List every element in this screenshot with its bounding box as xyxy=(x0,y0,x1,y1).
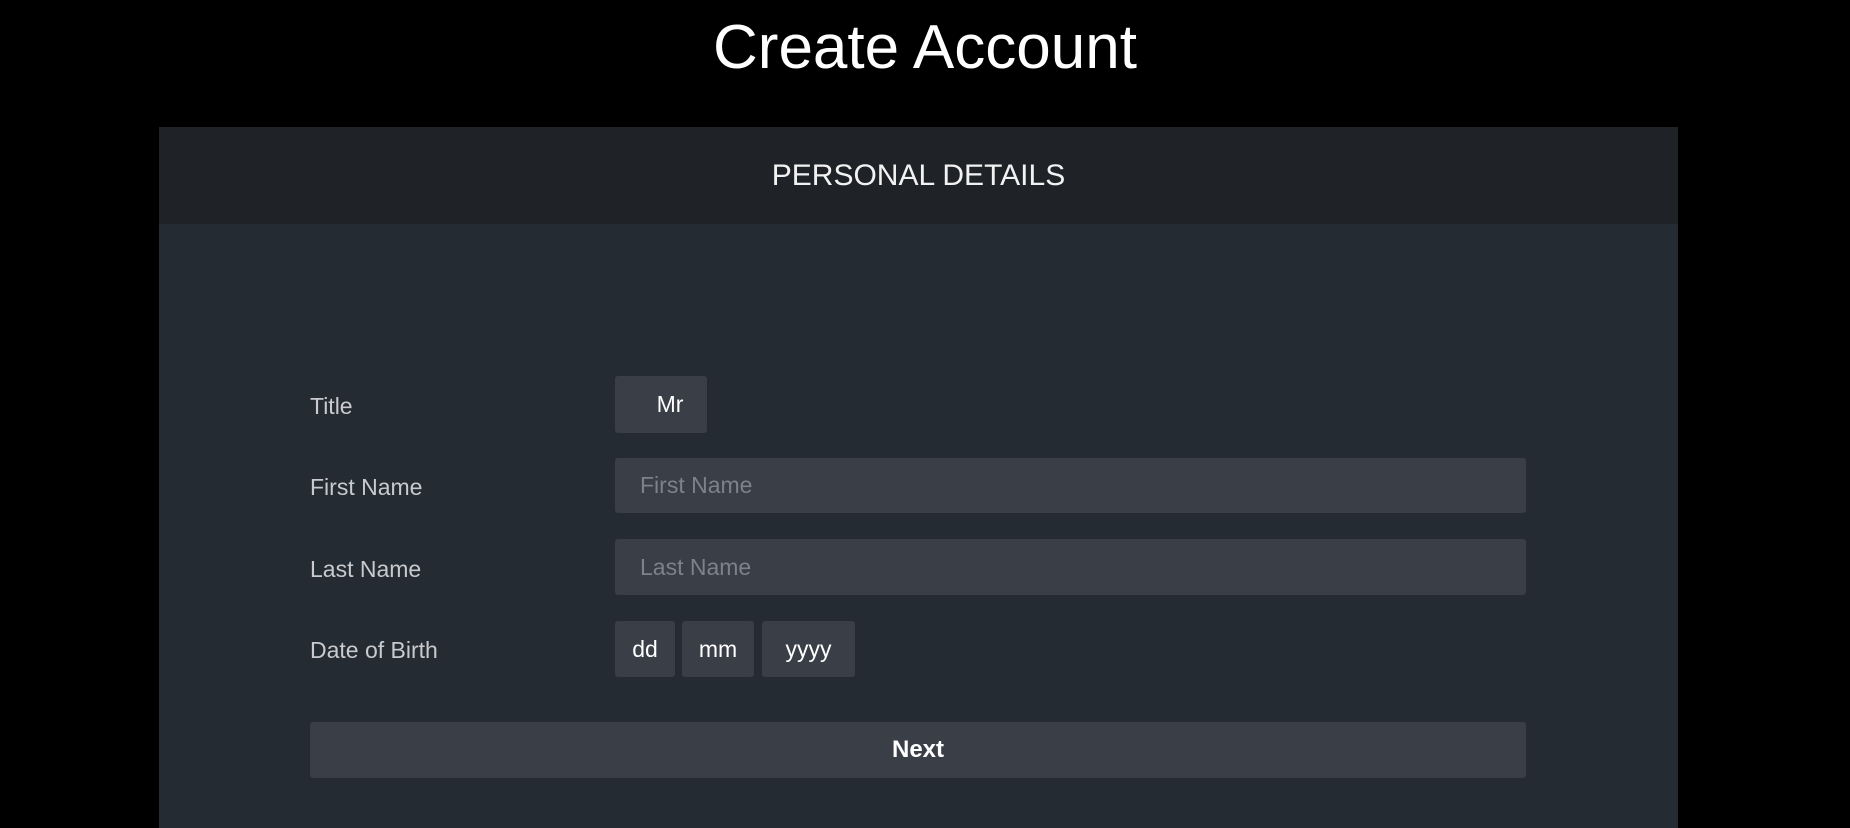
dob-month-placeholder: mm xyxy=(698,635,738,662)
dob-year-input[interactable]: yyyy xyxy=(762,621,855,677)
personal-details-panel: PERSONAL DETAILS Title Mr First Name Las… xyxy=(159,127,1678,828)
last-name-input[interactable] xyxy=(615,539,1526,595)
next-button[interactable]: Next xyxy=(310,722,1526,778)
first-name-input[interactable] xyxy=(615,458,1526,513)
page-title: Create Account xyxy=(713,13,1137,82)
dob-day-placeholder: dd xyxy=(632,635,658,662)
title-select[interactable]: Mr xyxy=(615,376,707,433)
last-name-label: Last Name xyxy=(310,556,422,582)
title-label: Title xyxy=(310,393,353,419)
dob-label: Date of Birth xyxy=(310,637,438,663)
dob-year-placeholder: yyyy xyxy=(785,635,832,662)
section-title: PERSONAL DETAILS xyxy=(159,127,1678,224)
dob-day-input[interactable]: dd xyxy=(615,621,675,677)
title-value: Mr xyxy=(656,391,684,417)
first-name-label: First Name xyxy=(310,474,423,500)
dob-month-input[interactable]: mm xyxy=(682,621,754,677)
